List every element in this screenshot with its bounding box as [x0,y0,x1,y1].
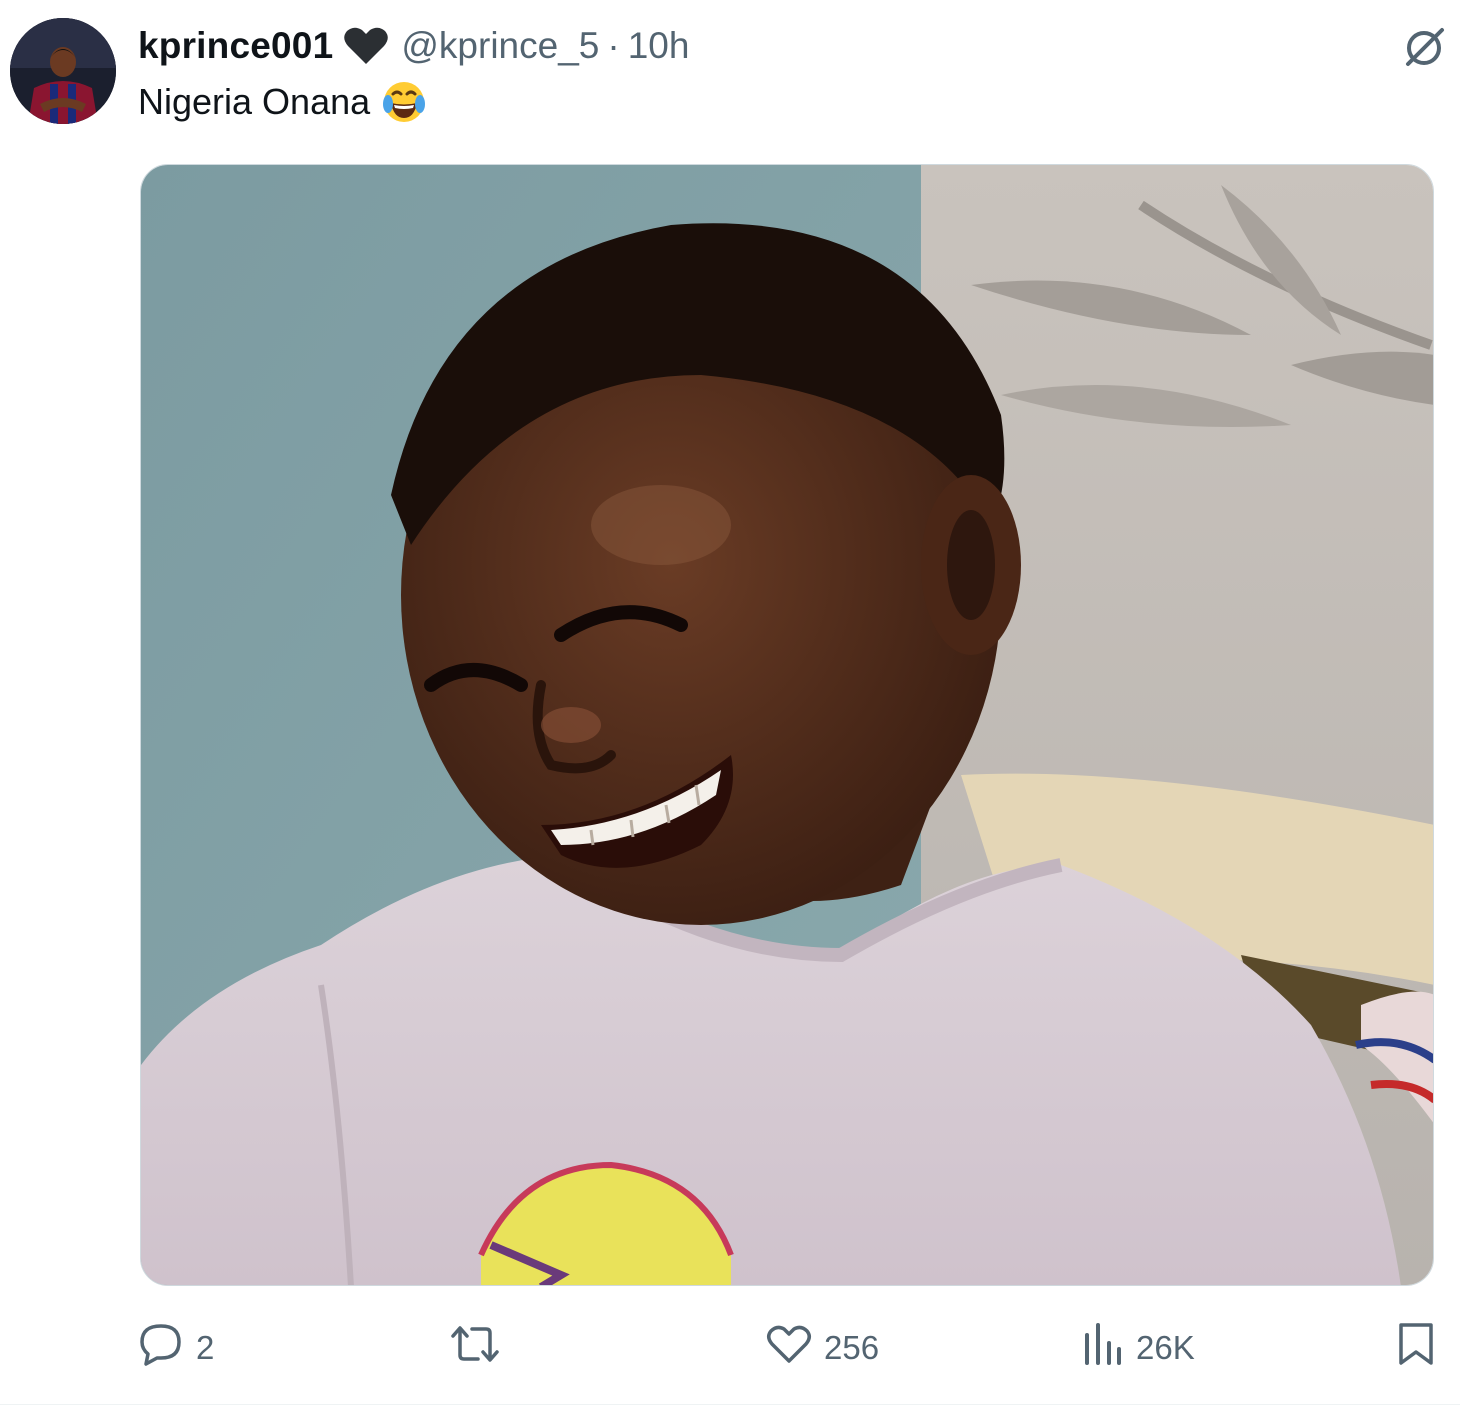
face-with-tears-of-joy-icon [380,78,428,126]
bookmark-button[interactable] [1396,1318,1436,1378]
separator-dot: · [607,25,620,66]
like-count: 256 [824,1329,880,1366]
like-button[interactable]: 256 [766,1318,879,1378]
tweet-actions: 2 256 26K [138,1318,1438,1378]
tweet-card[interactable]: kprince001 @kprince_5 · 10h Nigeria Onan… [0,0,1460,1411]
bookmark-icon [1396,1321,1436,1375]
reply-button[interactable]: 2 [138,1318,214,1378]
view-count: 26K [1136,1329,1195,1366]
retweet-button[interactable] [450,1318,512,1378]
analytics-icon [1082,1321,1124,1375]
display-name[interactable]: kprince001 [138,25,333,67]
user-handle[interactable]: @kprince_5 [401,25,599,67]
divider [0,1404,1460,1405]
grok-icon[interactable] [1402,24,1448,70]
black-heart-icon [343,26,389,66]
heart-icon [766,1323,812,1373]
reply-count: 2 [196,1329,215,1366]
tweet-text: Nigeria Onana [138,81,371,122]
reply-icon [138,1321,184,1375]
timestamp[interactable]: 10h [628,25,690,67]
views-button[interactable]: 26K [1082,1318,1195,1378]
tweet-text-row: Nigeria Onana [138,78,428,126]
tweet-header: kprince001 @kprince_5 · 10h [138,22,689,70]
avatar[interactable] [10,18,116,124]
retweet-icon [450,1321,500,1375]
tweet-media-image[interactable] [140,164,1434,1286]
